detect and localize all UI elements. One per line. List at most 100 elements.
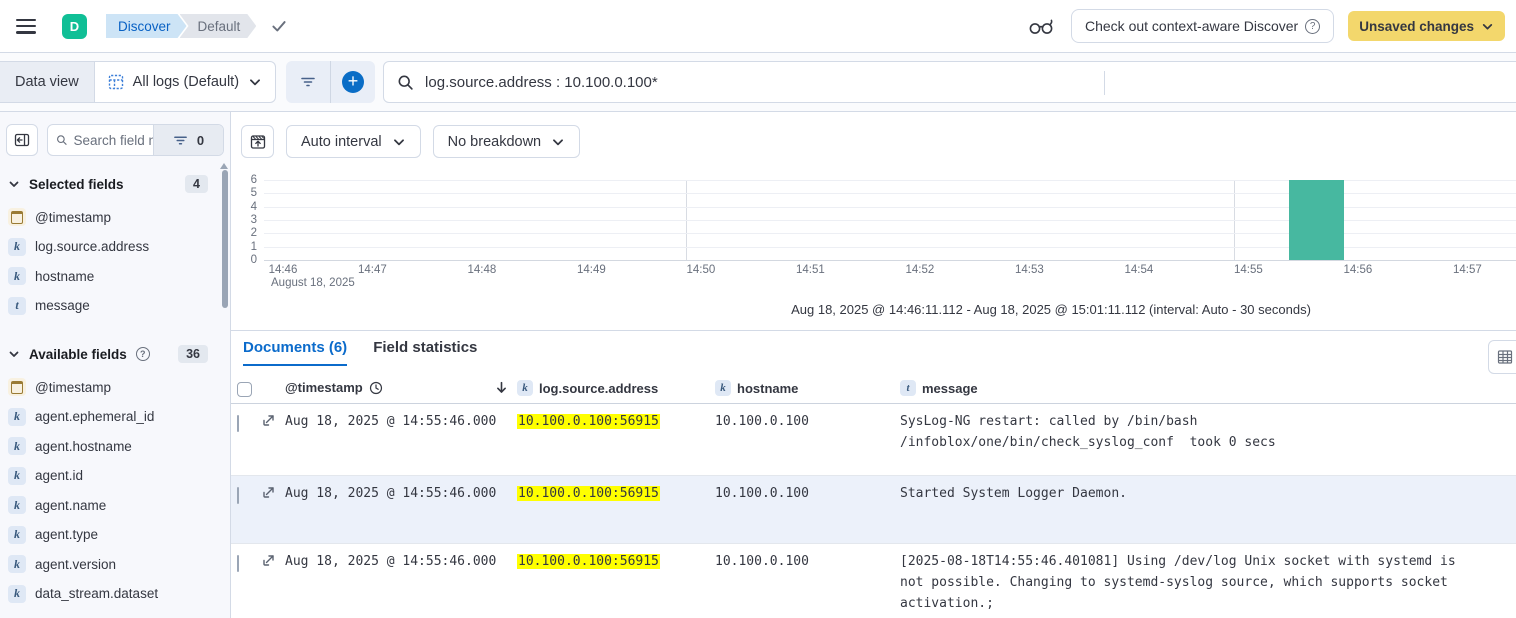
cell-message: [2025-08-18T14:55:46.401081] Using /dev/… (900, 551, 1485, 614)
column-header-timestamp[interactable]: @timestamp (285, 380, 383, 395)
list-item[interactable]: k agent.type (0, 524, 224, 546)
available-fields-count: 36 (178, 345, 208, 363)
column-label: hostname (737, 381, 798, 396)
column-header-source[interactable]: k log.source.address (517, 380, 658, 396)
cell-source: 10.100.0.100:56915 (517, 551, 660, 572)
expand-icon (262, 414, 275, 427)
filter-toggle-button[interactable] (286, 61, 330, 103)
query-input-wrapper (383, 61, 1516, 103)
x-axis-label: 14:57 (1453, 264, 1482, 276)
available-fields-list: @timestamp k agent.ephemeral_id k agent.… (0, 376, 224, 605)
result-tabs: Documents (6) Field statistics (243, 339, 477, 366)
y-axis-label: 3 (235, 213, 257, 227)
app-avatar: D (62, 14, 87, 39)
list-item[interactable]: t message (0, 295, 224, 317)
y-axis-label: 6 (235, 173, 257, 187)
field-label: @timestamp (35, 210, 111, 225)
query-input[interactable] (425, 74, 1508, 91)
field-search-input[interactable] (73, 133, 153, 148)
scrollbar-up-arrow[interactable] (220, 159, 228, 169)
cell-message: SysLog-NG restart: called by /bin/bash /… (900, 411, 1485, 453)
sidebar-controls: 0 (6, 124, 224, 156)
list-item[interactable]: k hostname (0, 265, 224, 287)
tab-field-statistics[interactable]: Field statistics (373, 339, 477, 366)
chevron-down-icon[interactable] (8, 178, 20, 190)
x-axis-label: 14:55 (1234, 264, 1263, 276)
unsaved-changes-label: Unsaved changes (1359, 19, 1474, 34)
grid-settings-button[interactable] (1488, 340, 1516, 374)
list-item[interactable]: k agent.name (0, 494, 224, 516)
y-axis-label: 2 (235, 226, 257, 240)
x-axis-label: 14:49 (577, 264, 606, 276)
check-icon (270, 17, 288, 35)
list-item[interactable]: k agent.id (0, 465, 224, 487)
x-axis-label: 14:46 (269, 264, 298, 276)
field-type-icon: t (900, 380, 916, 396)
cell-timestamp: Aug 18, 2025 @ 14:55:46.000 (285, 411, 496, 432)
column-header-message[interactable]: t message (900, 380, 978, 396)
context-aware-button[interactable]: Check out context-aware Discover (1071, 9, 1334, 43)
field-label: log.source.address (35, 239, 149, 254)
table-row: Aug 18, 2025 @ 14:55:46.000 10.100.0.100… (231, 404, 1516, 476)
cell-hostname: 10.100.0.100 (715, 411, 809, 432)
add-filter-button[interactable] (331, 61, 375, 103)
field-filter-button[interactable]: 0 (153, 125, 223, 155)
x-axis-date-label: August 18, 2025 (271, 277, 355, 289)
x-axis-label: 14:53 (1015, 264, 1044, 276)
chevron-down-icon[interactable] (8, 348, 20, 360)
row-checkbox[interactable] (237, 553, 239, 574)
query-bar-divider (1104, 71, 1105, 95)
x-axis-label: 14:47 (358, 264, 387, 276)
list-item[interactable]: k agent.hostname (0, 435, 224, 457)
field-type-icon: k (8, 437, 26, 455)
chevron-down-icon (1481, 20, 1494, 33)
new-look-glasses-button[interactable] (1026, 14, 1057, 38)
field-label: agent.name (35, 498, 106, 513)
collapse-sidebar-button[interactable] (6, 124, 38, 156)
data-view-label: Data view (0, 62, 95, 102)
field-label: agent.hostname (35, 439, 132, 454)
table-body: Aug 18, 2025 @ 14:55:46.000 10.100.0.100… (231, 404, 1516, 618)
field-label: agent.version (35, 557, 116, 572)
y-axis-label: 4 (235, 200, 257, 214)
row-checkbox[interactable] (237, 413, 239, 434)
data-view-icon (108, 74, 124, 90)
sidebar-scrollbar[interactable] (222, 170, 228, 308)
breadcrumb-item-discover[interactable]: Discover (106, 14, 187, 38)
unsaved-changes-button[interactable]: Unsaved changes (1348, 11, 1505, 41)
list-item[interactable]: @timestamp (0, 206, 224, 228)
select-all-checkbox[interactable] (237, 382, 252, 397)
documents-table: @timestamp k log.source.address k hostna… (231, 375, 1516, 618)
expand-document-button[interactable] (262, 554, 275, 567)
column-header-hostname[interactable]: k hostname (715, 380, 798, 396)
selected-fields-count: 4 (185, 175, 208, 193)
filter-icon (173, 133, 188, 148)
row-checkbox[interactable] (237, 485, 239, 506)
list-item[interactable]: @timestamp (0, 376, 224, 398)
highlighted-match: 10.100.0.100:56915 (517, 414, 660, 429)
expand-document-button[interactable] (262, 486, 275, 499)
histogram-bar[interactable] (1289, 180, 1344, 260)
field-type-icon: t (8, 297, 26, 315)
x-axis-label: 14:52 (906, 264, 935, 276)
breadcrumb-item-default[interactable]: Default (180, 14, 257, 38)
histogram-chart: 6543210 14:4614:4714:4814:4914:5014:5114… (231, 112, 1516, 332)
field-type-icon: k (8, 526, 26, 544)
menu-button[interactable] (12, 15, 40, 38)
list-item[interactable]: k agent.ephemeral_id (0, 406, 224, 428)
y-axis-label: 5 (235, 186, 257, 200)
glasses-icon (1028, 16, 1055, 36)
y-axis-label: 1 (235, 240, 257, 254)
field-type-icon: k (8, 555, 26, 573)
list-item[interactable]: k data_stream.dataset (0, 583, 224, 605)
list-item[interactable]: k log.source.address (0, 236, 224, 258)
field-search: 0 (47, 124, 224, 156)
checkbox-icon (237, 555, 239, 572)
checkbox-icon (237, 382, 252, 397)
sort-desc-icon[interactable] (494, 380, 509, 395)
data-view-button[interactable]: All logs (Default) (95, 62, 275, 102)
list-item[interactable]: k agent.version (0, 553, 224, 575)
tab-documents[interactable]: Documents (6) (243, 339, 347, 366)
expand-document-button[interactable] (262, 414, 275, 427)
table-row: Aug 18, 2025 @ 14:55:46.000 10.100.0.100… (231, 544, 1516, 618)
